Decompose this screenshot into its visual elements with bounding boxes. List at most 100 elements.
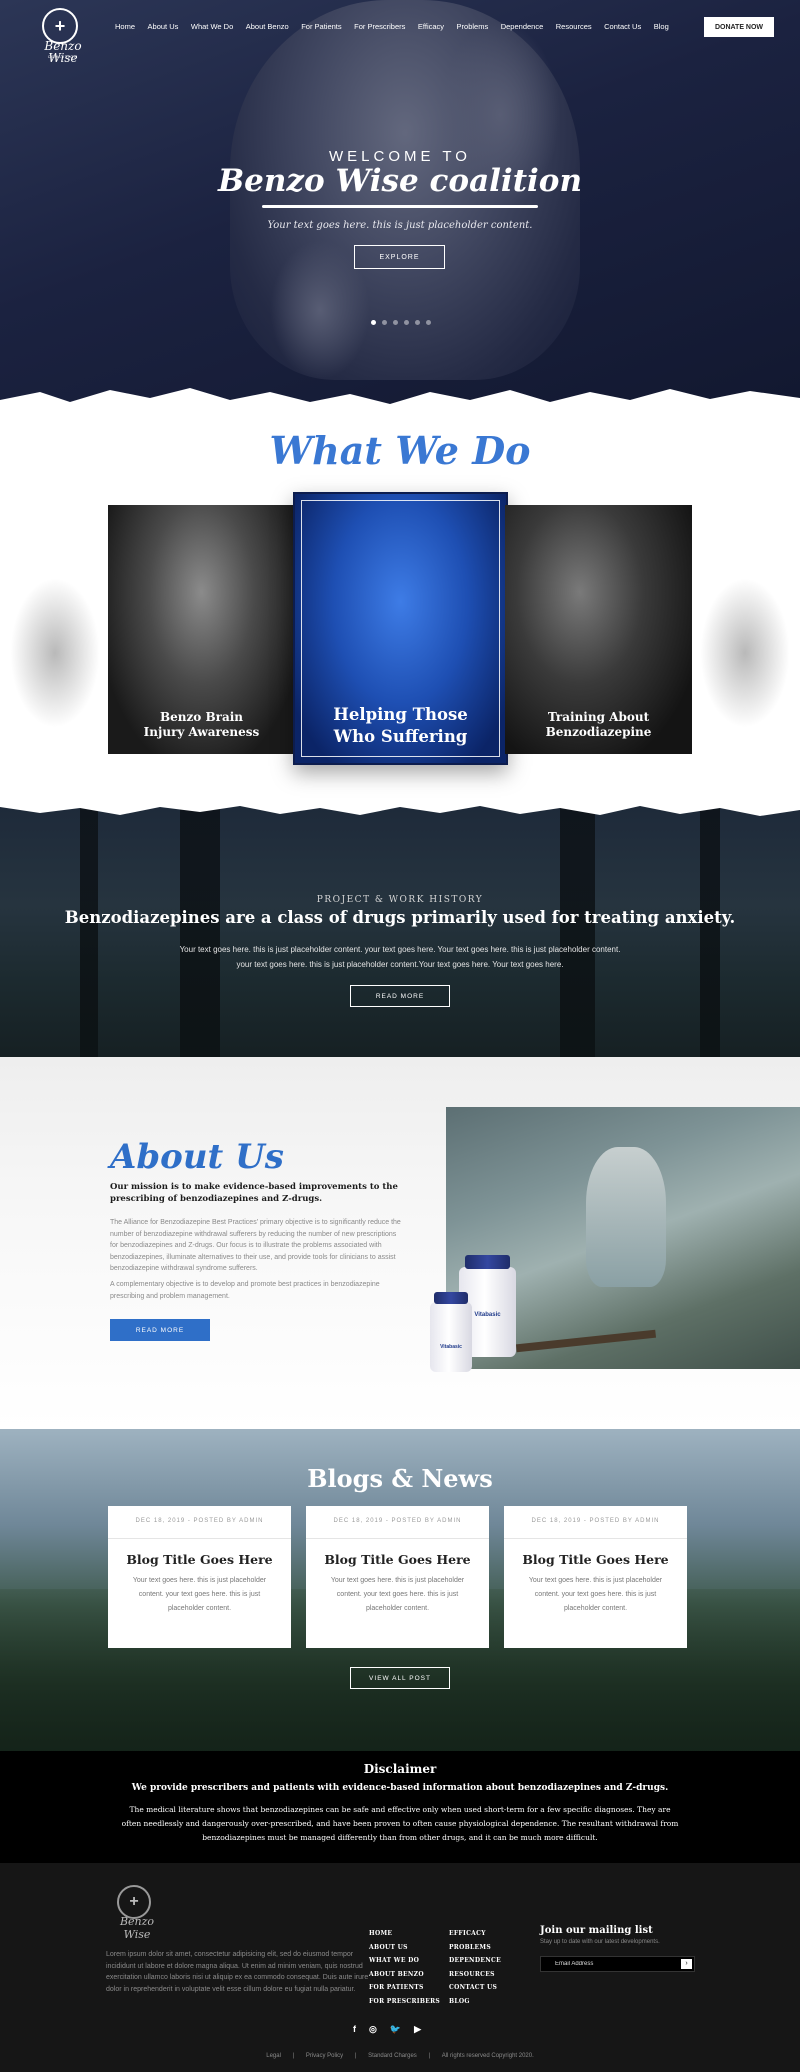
footer-link-about-us[interactable]: ABOUT US bbox=[369, 1941, 440, 1955]
disclaimer-title: Disclaimer bbox=[363, 1762, 437, 1776]
mailing-list-title: Join our mailing list bbox=[540, 1925, 653, 1936]
footer-link-problems[interactable]: PROBLEMS bbox=[449, 1941, 501, 1955]
nav-dependence[interactable]: Dependence bbox=[501, 22, 544, 31]
card-title: Helping Those Who Suffering bbox=[295, 704, 506, 748]
footer-link-blog[interactable]: BLOG bbox=[449, 1995, 501, 2009]
instagram-icon[interactable]: ◎ bbox=[369, 2024, 377, 2035]
card-title: Benzo Brain Injury Awareness bbox=[108, 710, 295, 740]
footer-link-contact-us[interactable]: CONTACT US bbox=[449, 1981, 501, 1995]
history-text: Your text goes here. this is just placeh… bbox=[150, 942, 650, 972]
footer-link-efficacy[interactable]: EFFICACY bbox=[449, 1927, 501, 1941]
nav-problems[interactable]: Problems bbox=[457, 22, 489, 31]
blogs-section: Blogs & News DEC 18, 2019 - POSTED BY AD… bbox=[0, 1429, 800, 1751]
disclaimer-lead: We provide prescribers and patients with… bbox=[131, 1783, 669, 1793]
blog-title[interactable]: Blog Title Goes Here bbox=[504, 1552, 687, 1567]
about-mission: Our mission is to make evidence-based im… bbox=[110, 1182, 398, 1204]
blog-excerpt: Your text goes here. this is just placeh… bbox=[528, 1577, 663, 1612]
disclaimer-section: Disclaimer We provide prescribers and pa… bbox=[0, 1751, 800, 1863]
email-input[interactable] bbox=[541, 1957, 677, 1971]
slider-dot[interactable] bbox=[404, 320, 409, 325]
divider bbox=[504, 1538, 687, 1539]
nav-contact-us[interactable]: Contact Us bbox=[604, 22, 641, 31]
nav-about-us[interactable]: About Us bbox=[148, 22, 179, 31]
bottle-cap bbox=[434, 1292, 468, 1304]
nav-efficacy[interactable]: Efficacy bbox=[418, 22, 444, 31]
hero-title: Benzo Wise coalition bbox=[217, 163, 583, 199]
slider-dot[interactable] bbox=[382, 320, 387, 325]
history-title: Benzodiazepines are a class of drugs pri… bbox=[64, 908, 736, 927]
twitter-icon[interactable]: 🐦 bbox=[390, 2024, 401, 2035]
slider-dot[interactable] bbox=[426, 320, 431, 325]
footer-link-for-prescribers[interactable]: FOR PRESCRIBERS bbox=[369, 1995, 440, 2009]
view-all-post-button[interactable]: VIEW ALL POST bbox=[350, 1667, 450, 1689]
card-title-line: Helping Those bbox=[333, 705, 468, 724]
social-links: f ◎ 🐦 ▶ bbox=[353, 2024, 421, 2035]
card-helping-those[interactable]: Helping Those Who Suffering bbox=[293, 492, 508, 765]
nav-resources[interactable]: Resources bbox=[556, 22, 592, 31]
footer-link-for-patients[interactable]: FOR PATIENTS bbox=[369, 1981, 440, 1995]
card-brain-injury[interactable]: Benzo Brain Injury Awareness bbox=[108, 505, 295, 754]
standard-charges-link[interactable]: Standard Charges bbox=[368, 2053, 417, 2059]
swing-seat bbox=[515, 1329, 657, 1353]
nav-what-we-do[interactable]: What We Do bbox=[191, 22, 233, 31]
legal-link[interactable]: Legal bbox=[266, 2053, 281, 2059]
site-logo[interactable]: + Benzo Wise COALITION bbox=[28, 8, 98, 64]
supplement-bottle-small: Vitabasic bbox=[430, 1292, 472, 1372]
about-read-more-button[interactable]: READ MORE bbox=[110, 1319, 210, 1341]
blog-excerpt: Your text goes here. this is just placeh… bbox=[132, 1577, 267, 1612]
divider bbox=[108, 1538, 291, 1539]
nav-blog[interactable]: Blog bbox=[654, 22, 669, 31]
blog-card[interactable]: DEC 18, 2019 - POSTED BY ADMIN Blog Titl… bbox=[306, 1506, 489, 1648]
arrow-right-icon[interactable]: › bbox=[681, 1959, 692, 1969]
history-kicker: PROJECT & WORK HISTORY bbox=[316, 895, 484, 905]
facebook-icon[interactable]: f bbox=[353, 2024, 356, 2035]
privacy-policy-link[interactable]: Privacy Policy bbox=[306, 2053, 343, 2059]
card-title: Training About Benzodiazepine bbox=[505, 710, 692, 740]
blog-card[interactable]: DEC 18, 2019 - POSTED BY ADMIN Blog Titl… bbox=[108, 1506, 291, 1648]
woman-figure bbox=[586, 1147, 666, 1287]
footer-link-dependence[interactable]: DEPENDENCE bbox=[449, 1954, 501, 1968]
footer-link-home[interactable]: HOME bbox=[369, 1927, 440, 1941]
card-title-line: Benzodiazepine bbox=[545, 725, 652, 739]
slider-dot[interactable] bbox=[371, 320, 376, 325]
bottle-label: Vitabasic bbox=[440, 1344, 462, 1350]
disclaimer-text: The medical literature shows that benzod… bbox=[121, 1805, 679, 1842]
footer-links-col1: HOME ABOUT US WHAT WE DO ABOUT BENZO FOR… bbox=[369, 1927, 440, 2008]
slider-dots bbox=[371, 320, 431, 325]
blog-card[interactable]: DEC 18, 2019 - POSTED BY ADMIN Blog Titl… bbox=[504, 1506, 687, 1648]
card-title-line: Injury Awareness bbox=[143, 725, 260, 739]
plus-logo-icon: + bbox=[117, 1885, 151, 1919]
blogs-title: Blogs & News bbox=[307, 1464, 493, 1493]
footer-link-about-benzo[interactable]: ABOUT BENZO bbox=[369, 1968, 440, 1982]
donate-button[interactable]: DONATE NOW bbox=[704, 17, 774, 37]
torn-edge-divider bbox=[0, 388, 800, 412]
hero-section: + Benzo Wise COALITION Home About Us Wha… bbox=[0, 0, 800, 405]
about-paragraph: A complementary objective is to develop … bbox=[110, 1281, 380, 1300]
blog-title[interactable]: Blog Title Goes Here bbox=[306, 1552, 489, 1567]
blog-title[interactable]: Blog Title Goes Here bbox=[108, 1552, 291, 1567]
footer-link-what-we-do[interactable]: WHAT WE DO bbox=[369, 1954, 440, 1968]
card-training[interactable]: Training About Benzodiazepine bbox=[505, 505, 692, 754]
nav-about-benzo[interactable]: About Benzo bbox=[246, 22, 289, 31]
hero-underline bbox=[262, 205, 538, 208]
slider-dot[interactable] bbox=[415, 320, 420, 325]
blog-date: DEC 18, 2019 - POSTED BY ADMIN bbox=[333, 1518, 462, 1524]
copyright-text: All rights reserved Copyright 2020. bbox=[441, 2053, 534, 2059]
youtube-icon[interactable]: ▶ bbox=[414, 2024, 421, 2035]
hero-subtitle: Your text goes here. this is just placeh… bbox=[267, 220, 533, 231]
nav-for-patients[interactable]: For Patients bbox=[301, 22, 341, 31]
slider-dot[interactable] bbox=[393, 320, 398, 325]
torn-edge-divider bbox=[0, 800, 800, 816]
explore-button[interactable]: EXPLORE bbox=[354, 245, 445, 269]
what-we-do-title: What We Do bbox=[269, 428, 531, 473]
ghost-hand-image bbox=[10, 578, 100, 728]
footer-logo[interactable]: + Benzo Wise bbox=[105, 1885, 169, 1941]
mailing-list-form: › bbox=[540, 1956, 695, 1972]
main-nav: Home About Us What We Do About Benzo For… bbox=[115, 22, 681, 31]
nav-home[interactable]: Home bbox=[115, 22, 135, 31]
legal-bar: Legal | Privacy Policy | Standard Charge… bbox=[0, 2053, 800, 2059]
tree-image bbox=[180, 805, 220, 1057]
history-read-more-button[interactable]: READ MORE bbox=[350, 985, 450, 1007]
nav-for-prescribers[interactable]: For Prescribers bbox=[354, 22, 405, 31]
footer-link-resources[interactable]: RESOURCES bbox=[449, 1968, 501, 1982]
